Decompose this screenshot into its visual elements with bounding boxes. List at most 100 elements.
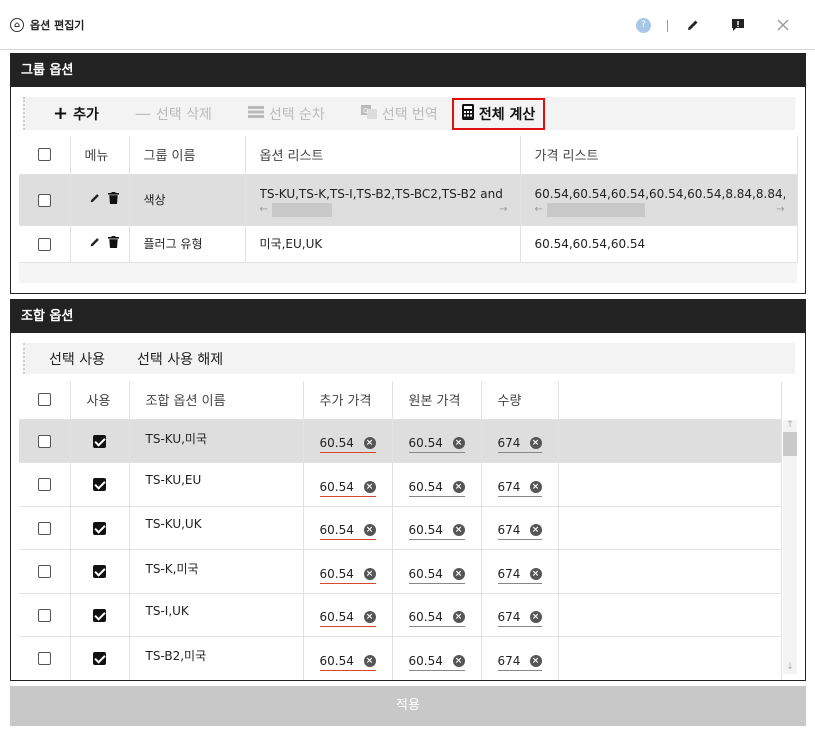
row-checkbox[interactable] [38,478,51,492]
add-price-input[interactable]: 60.54 × [319,610,376,628]
clear-icon[interactable]: × [363,567,376,580]
quantity-input[interactable]: 674 × [497,480,542,497]
clear-icon[interactable]: × [363,524,376,537]
close-icon[interactable] [772,14,794,36]
add-price-input[interactable]: 60.54 × [319,523,376,541]
orig-price-input[interactable]: 60.54 × [408,436,465,454]
scroll-up-icon[interactable]: ↑ [783,420,797,430]
add-button[interactable]: + 추가 [53,103,99,124]
clear-icon[interactable]: × [529,437,542,450]
table-row[interactable]: 색상 TS-KU,TS-K,TS-I,TS-B2,TS-BC2,TS-B2 an… [19,174,798,226]
quantity-input[interactable]: 674 × [497,610,542,628]
add-price-input[interactable]: 60.54 × [319,480,376,497]
use-checkbox[interactable] [92,478,106,492]
use-checkbox[interactable] [92,608,106,622]
vertical-scrollbar[interactable]: ↑ ↓ [783,420,797,674]
edit-icon[interactable] [89,192,101,207]
horizontal-scrollbar[interactable]: ← → [535,202,797,217]
use-checkbox[interactable] [92,434,106,448]
apply-button[interactable]: 적용 [10,686,806,726]
table-row[interactable]: TS-KU,EU 60.54 × 60.54 × 674 × [19,462,782,507]
combination-table: 사용 조합 옵션 이름 추가 가격 원본 가격 수량 TS-KU,미국 60.54… [19,381,782,680]
arrow-right-icon[interactable]: → [499,204,507,215]
clear-icon[interactable]: × [529,524,542,537]
app-logo-icon: ⌂ [10,18,24,32]
select-all-checkbox[interactable] [38,148,51,162]
clear-icon[interactable]: × [452,654,465,667]
row-checkbox[interactable] [38,608,51,622]
use-selected-button[interactable]: 선택 사용 [49,349,105,369]
row-checkbox[interactable] [38,521,51,535]
quantity-input[interactable]: 674 × [497,436,542,454]
use-checkbox[interactable] [92,565,106,579]
divider [667,20,668,32]
use-checkbox[interactable] [92,652,106,666]
clear-icon[interactable]: × [529,654,542,667]
row-checkbox[interactable] [38,565,51,579]
clear-icon[interactable]: × [452,437,465,450]
delete-selected-button[interactable]: — 선택 삭제 [135,104,212,124]
column-header: 사용 [70,381,130,420]
scroll-down-icon[interactable]: ↓ [783,662,797,672]
arrow-left-icon[interactable]: ← [535,204,543,215]
column-header: 메뉴 [70,136,130,175]
table-row[interactable]: TS-KU,미국 60.54 × 60.54 × 674 × [19,419,782,463]
add-price-input[interactable]: 60.54 × [319,436,376,454]
clear-icon[interactable]: × [452,480,465,493]
arrow-right-icon[interactable]: → [776,204,784,215]
clear-icon[interactable]: × [452,567,465,580]
add-price-input[interactable]: 60.54 × [319,654,376,671]
column-header: 옵션 리스트 [245,136,521,175]
column-header: 그룹 이름 [129,136,246,175]
table-empty-area [19,263,797,283]
title-bar: ⌂ 옵션 편집기 ? [0,0,815,50]
orig-price-input[interactable]: 60.54 × [408,654,465,671]
translate-selected-button[interactable]: G 선택 번역 [360,104,438,124]
quantity-input[interactable]: 674 × [497,567,542,584]
table-row[interactable]: TS-K,미국 60.54 × 60.54 × 674 × [19,549,782,594]
clear-icon[interactable]: × [452,524,465,537]
table-row[interactable]: TS-B2,미국 60.54 × 60.54 × 674 × [19,636,782,680]
combination-options-panel: 조합 옵션 선택 사용 선택 사용 해제 사용 조합 옵션 이름 추가 가격 원… [10,299,806,681]
clear-icon[interactable]: × [529,567,542,580]
trash-icon[interactable] [108,192,120,207]
column-header: 조합 옵션 이름 [129,381,304,420]
use-checkbox[interactable] [92,521,106,535]
clear-icon[interactable]: × [363,654,376,667]
orig-price-input[interactable]: 60.54 × [408,480,465,497]
table-row[interactable]: TS-I,UK 60.54 × 60.54 × 674 × [19,593,782,637]
plus-icon: + [53,103,69,124]
arrow-left-icon[interactable]: ← [260,204,268,215]
orig-price-input[interactable]: 60.54 × [408,610,465,628]
quantity-input[interactable]: 674 × [497,523,542,541]
select-all-checkbox[interactable] [38,393,51,407]
feedback-icon[interactable] [727,14,749,36]
clear-icon[interactable]: × [529,611,542,624]
clear-icon[interactable]: × [452,611,465,624]
order-selected-button[interactable]: 선택 순차 [247,104,325,124]
row-checkbox[interactable] [38,652,51,666]
orig-price-input[interactable]: 60.54 × [408,567,465,584]
group-table-header: 메뉴 그룹 이름 옵션 리스트 가격 리스트 [19,136,798,175]
row-checkbox[interactable] [38,193,51,207]
edit-pencil-icon[interactable] [682,14,704,36]
orig-price-input[interactable]: 60.54 × [408,523,465,541]
row-checkbox[interactable] [38,434,51,448]
help-icon[interactable]: ? [636,18,651,33]
scrollbar-thumb[interactable] [783,432,797,456]
add-price-input[interactable]: 60.54 × [319,567,376,584]
clear-icon[interactable]: × [363,480,376,493]
table-row[interactable]: 플러그 유형 미국,EU,UK 60.54,60.54,60.54 [19,225,798,263]
clear-icon[interactable]: × [529,480,542,493]
table-row[interactable]: TS-KU,UK 60.54 × 60.54 × 674 × [19,506,782,550]
clear-icon[interactable]: × [363,611,376,624]
edit-icon[interactable] [89,236,101,251]
calculate-all-button[interactable]: 전체 계산 [451,97,546,130]
clear-icon[interactable]: × [363,437,376,450]
horizontal-scrollbar[interactable]: ← → [260,202,520,217]
row-checkbox[interactable] [38,237,51,251]
option-list: 미국,EU,UK [245,225,521,263]
quantity-input[interactable]: 674 × [497,654,542,671]
trash-icon[interactable] [108,236,120,251]
unuse-selected-button[interactable]: 선택 사용 해제 [137,349,223,369]
